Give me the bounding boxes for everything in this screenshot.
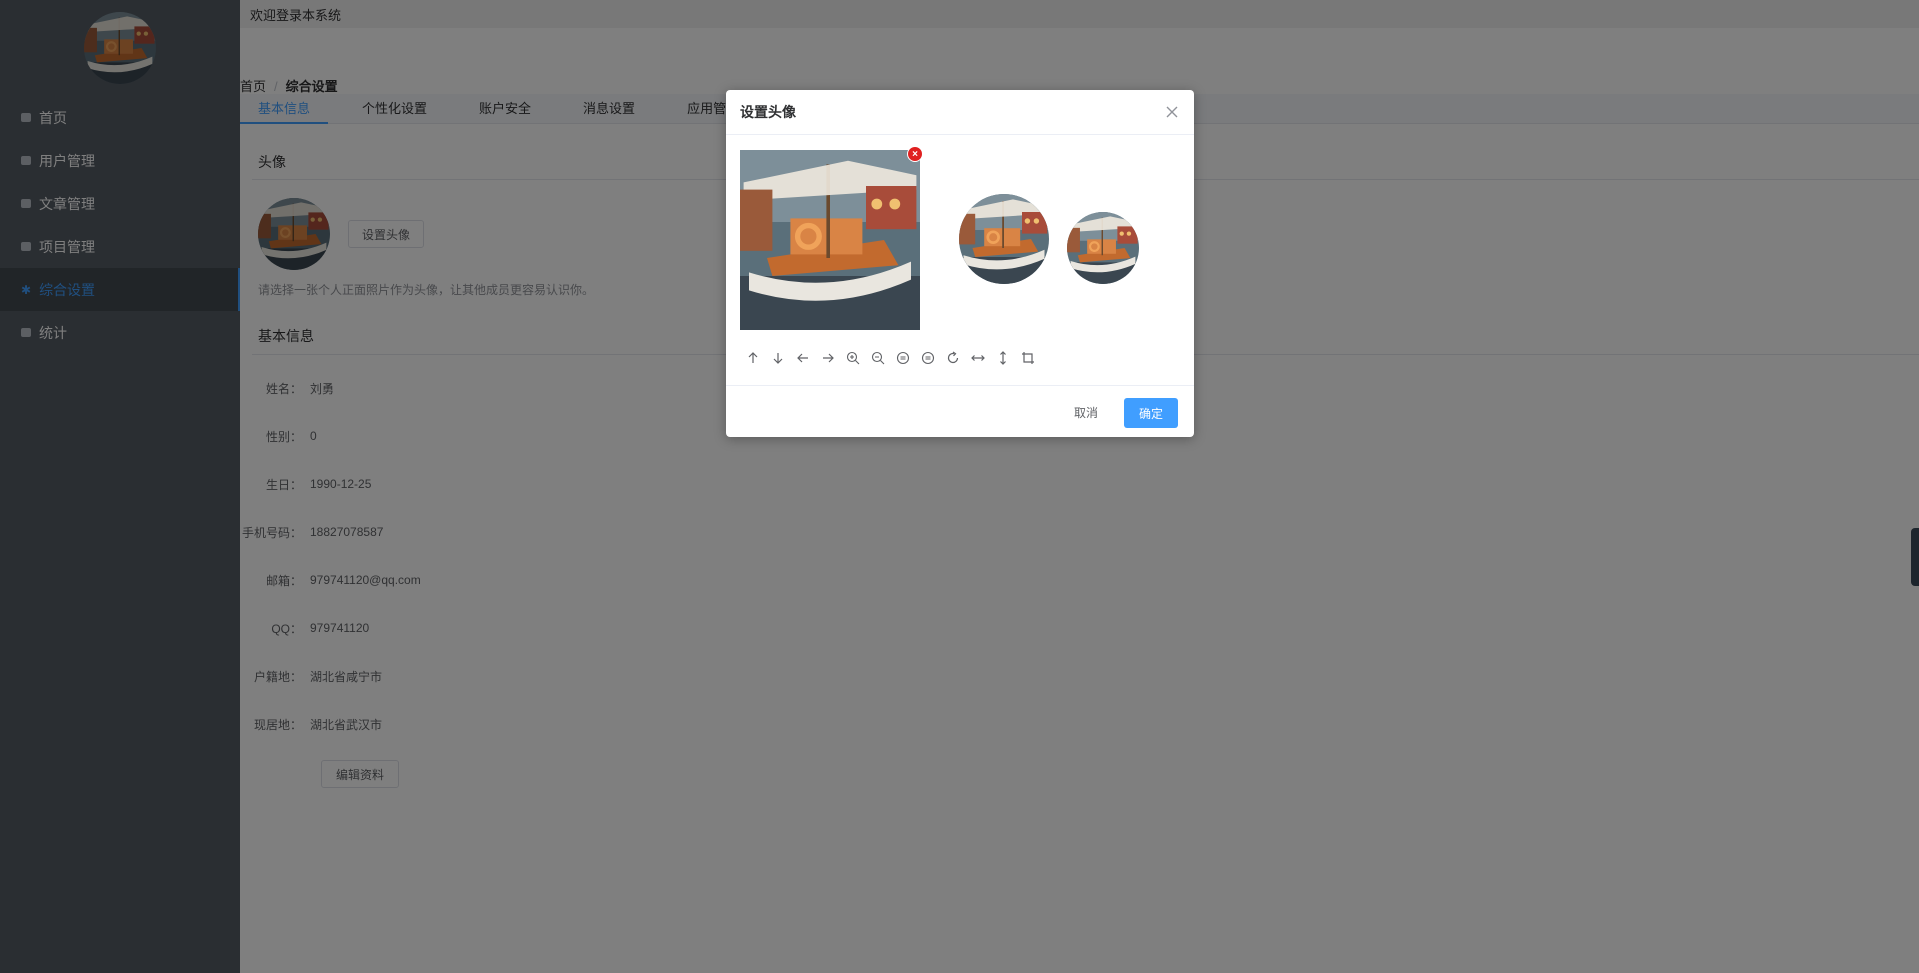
zoom-out-button[interactable]: [865, 348, 890, 368]
remove-image-icon[interactable]: ×: [907, 146, 923, 162]
rotate-right-90-icon: [921, 351, 934, 365]
close-icon[interactable]: [1164, 104, 1180, 120]
cancel-button[interactable]: 取消: [1066, 398, 1106, 427]
avatar-preview-large: [959, 194, 1049, 284]
flip-vertical-button[interactable]: [990, 348, 1015, 368]
zoom-out-icon: [871, 351, 884, 365]
move-left-button[interactable]: [790, 348, 815, 368]
flip-horizontal-icon: [970, 355, 985, 361]
dialog-title: 设置头像: [740, 104, 796, 120]
arrow-left-icon: [796, 353, 808, 363]
move-up-button[interactable]: [740, 348, 765, 368]
crop-icon: [1021, 352, 1034, 364]
crop-toolbar: [740, 348, 1040, 368]
rotate-icon: [947, 351, 958, 364]
flip-horizontal-button[interactable]: [965, 348, 990, 368]
rotate-left-90-icon: [896, 351, 909, 365]
zoom-in-button[interactable]: [840, 348, 865, 368]
dialog-footer: 取消 确定: [726, 385, 1194, 437]
confirm-button[interactable]: 确定: [1124, 398, 1178, 428]
zoom-in-icon: [846, 351, 859, 365]
arrow-down-icon: [773, 353, 782, 364]
move-right-button[interactable]: [815, 348, 840, 368]
dialog-header: 设置头像: [726, 90, 1194, 135]
crop-image-area[interactable]: [740, 150, 920, 330]
flip-vertical-icon: [999, 351, 1006, 365]
crop-button[interactable]: [1015, 348, 1040, 368]
avatar-preview-small: [1067, 212, 1139, 284]
move-down-button[interactable]: [765, 348, 790, 368]
arrow-right-icon: [822, 353, 834, 363]
arrow-up-icon: [748, 352, 757, 363]
rotate-left-90-button[interactable]: [890, 348, 915, 368]
set-avatar-dialog: 设置头像 × 取消 确定: [726, 90, 1194, 437]
rotate-button[interactable]: [940, 348, 965, 368]
rotate-right-90-button[interactable]: [915, 348, 940, 368]
